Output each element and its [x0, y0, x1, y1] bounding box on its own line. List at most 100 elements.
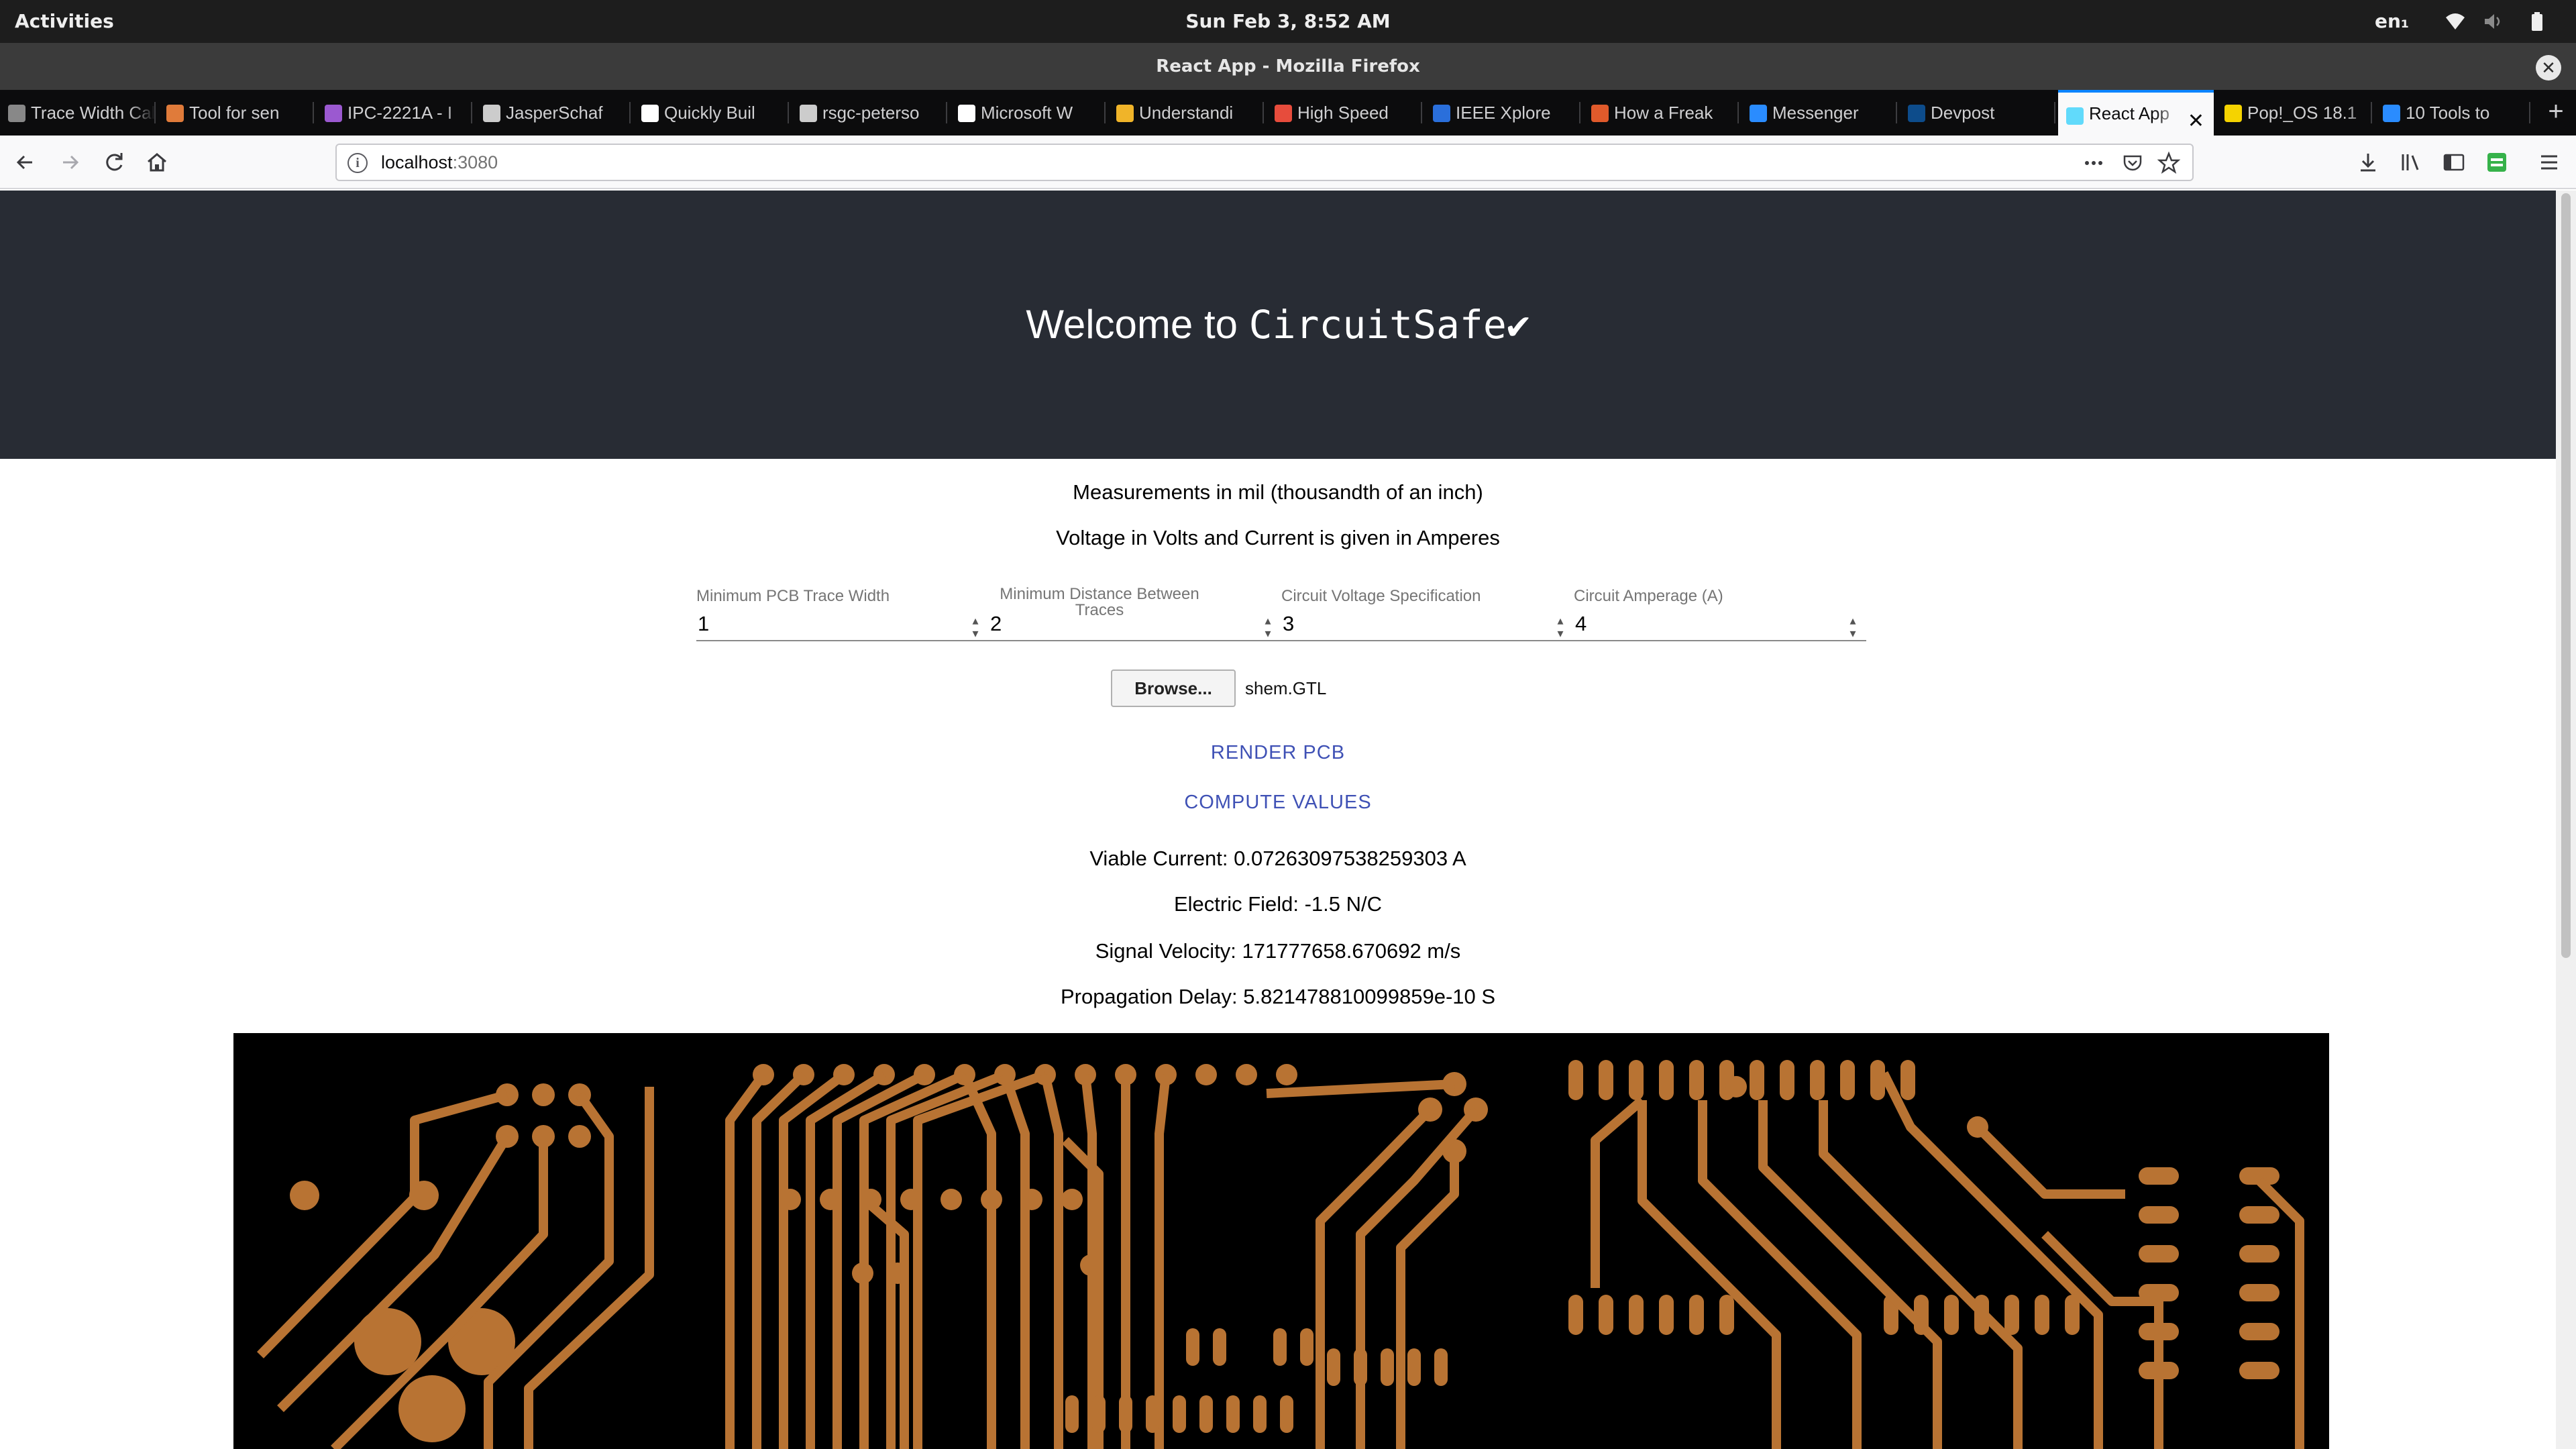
- tab-label: Microsoft W: [981, 103, 1073, 123]
- bookmark-star-icon[interactable]: [2156, 150, 2182, 176]
- tab-label: IPC-2221A - I: [347, 103, 453, 123]
- cors-extension-icon[interactable]: [2483, 149, 2510, 176]
- tab-close-icon[interactable]: ✕: [2188, 101, 2204, 136]
- browser-tab[interactable]: Pop!_OS 18.1: [2216, 90, 2372, 136]
- pcb-trace: [1638, 1100, 1781, 1449]
- trace-width-label: Minimum PCB Trace Width: [696, 587, 890, 605]
- pcb-pad: [1629, 1060, 1644, 1100]
- trace-width-spinner-icon[interactable]: ▴ ▾: [967, 614, 983, 641]
- pcb-pad: [1273, 1328, 1287, 1366]
- wifi-icon[interactable]: [2445, 11, 2466, 32]
- pcb-pad: [1780, 1060, 1794, 1100]
- voltage-input[interactable]: [1281, 608, 1574, 641]
- pcb-pad: [2139, 1206, 2179, 1224]
- reload-icon[interactable]: [101, 149, 127, 176]
- battery-icon[interactable]: [2526, 11, 2548, 32]
- tab-fade: [762, 90, 789, 136]
- pcb-pad: [1276, 1064, 1297, 1085]
- devpost-icon: [1908, 105, 1925, 122]
- pcb-trace: [1316, 1106, 1434, 1449]
- pcb-pad: [1659, 1060, 1674, 1100]
- pcb-pad: [1810, 1060, 1825, 1100]
- popos-icon: [2224, 105, 2242, 122]
- pcb-pad: [1213, 1328, 1226, 1366]
- render-pcb-button[interactable]: RENDER PCB: [0, 738, 2556, 767]
- activities-button[interactable]: Activities: [15, 0, 114, 43]
- browser-tab[interactable]: Quickly Buil: [633, 90, 789, 136]
- pcb-pad: [2239, 1206, 2279, 1224]
- new-tab-button[interactable]: +: [2536, 90, 2576, 136]
- page-viewport: Welcome to CircuitSafe✔ Measurements in …: [0, 191, 2556, 1449]
- browser-tab[interactable]: Trace Width Cal: [0, 90, 156, 136]
- forward-icon[interactable]: [56, 149, 83, 176]
- menu-icon[interactable]: [2536, 149, 2563, 176]
- trace-width-input[interactable]: [696, 608, 989, 641]
- window-close-button[interactable]: ✕: [2536, 55, 2561, 80]
- system-top-bar: Activities Sun Feb 3, 8:52 AM en₁: [0, 0, 2576, 43]
- browser-tab[interactable]: How a Freak: [1583, 90, 1739, 136]
- sidebar-icon[interactable]: [2440, 149, 2467, 176]
- trace-distance-input[interactable]: [989, 608, 1281, 641]
- browser-tab[interactable]: Tool for sen: [158, 90, 314, 136]
- tab-fade: [1712, 90, 1739, 136]
- library-icon[interactable]: [2398, 149, 2424, 176]
- home-icon[interactable]: [144, 149, 170, 176]
- page-actions-icon[interactable]: [2081, 150, 2106, 176]
- welcome-prefix: Welcome to: [1026, 302, 1249, 347]
- browser-tab[interactable]: Messenger: [1741, 90, 1897, 136]
- site-info-icon[interactable]: i: [347, 153, 368, 173]
- browser-tab[interactable]: IEEE Xplore: [1425, 90, 1580, 136]
- volume-muted-icon[interactable]: [2482, 11, 2504, 32]
- browser-tab[interactable]: Understandi: [1108, 90, 1264, 136]
- tab-fade: [1079, 90, 1106, 136]
- browser-tab[interactable]: Devpost: [1900, 90, 2055, 136]
- pcb-pad: [1195, 1064, 1217, 1085]
- browser-tab[interactable]: Microsoft W: [950, 90, 1106, 136]
- page-scrollbar[interactable]: [2556, 191, 2576, 1449]
- clock-text[interactable]: Sun Feb 3, 8:52 AM: [1185, 10, 1390, 32]
- pcb-pad: [2239, 1323, 2279, 1340]
- browser-tab[interactable]: React App ✕: [2058, 90, 2214, 136]
- document-icon: [325, 105, 342, 122]
- amperage-label: Circuit Amperage (A): [1574, 587, 1723, 605]
- amperage-input[interactable]: [1574, 608, 1866, 641]
- tab-separator: [1104, 102, 1106, 123]
- compute-values-button[interactable]: COMPUTE VALUES: [0, 788, 2556, 817]
- browser-tab[interactable]: 10 Tools to: [2375, 90, 2530, 136]
- browser-tab[interactable]: rsgc-peterso: [792, 90, 947, 136]
- pcb-pad: [1719, 1295, 1734, 1335]
- pcb-trace: [960, 1073, 996, 1449]
- pcb-trace: [1758, 1100, 1942, 1449]
- browser-tab[interactable]: High Speed: [1267, 90, 1422, 136]
- tab-label: Messenger: [1772, 103, 1859, 123]
- pcb-trace: [1396, 1151, 1459, 1449]
- pcb-pad: [1407, 1348, 1421, 1386]
- voltage-field: Circuit Voltage Specification ▴▾: [1281, 588, 1574, 668]
- pcb-pad: [1199, 1395, 1213, 1433]
- pcb-pad: [398, 1375, 466, 1442]
- voltage-spinner-icon[interactable]: ▴ ▾: [1552, 614, 1568, 641]
- pcb-pad: [1568, 1295, 1583, 1335]
- pcb-pad: [2004, 1295, 2019, 1335]
- amperage-spinner-icon[interactable]: ▴ ▾: [1845, 614, 1861, 641]
- pocket-icon[interactable]: [2120, 150, 2145, 176]
- medium-icon: [641, 105, 659, 122]
- pcb-trace: [861, 1195, 909, 1449]
- page-scrollbar-thumb[interactable]: [2561, 193, 2571, 958]
- browser-tab[interactable]: IPC-2221A - I: [317, 90, 472, 136]
- browse-file-button[interactable]: Browse...: [1111, 669, 1236, 707]
- tab-separator: [1263, 102, 1264, 123]
- calculator-icon: [8, 105, 25, 122]
- downloads-icon[interactable]: [2355, 149, 2381, 176]
- pcb-pad: [941, 1189, 962, 1210]
- language-indicator[interactable]: en₁: [2375, 0, 2409, 43]
- url-bar[interactable]: i localhost:3080: [335, 144, 2194, 181]
- browser-tab[interactable]: JasperSchaf: [475, 90, 631, 136]
- trace-distance-spinner-icon[interactable]: ▴ ▾: [1260, 614, 1276, 641]
- back-icon[interactable]: [12, 149, 39, 176]
- pcb-pad: [1253, 1395, 1267, 1433]
- pcb-pad: [1173, 1395, 1186, 1433]
- tab-separator: [2371, 102, 2372, 123]
- tab-separator: [1737, 102, 1739, 123]
- url-text[interactable]: localhost:3080: [381, 145, 498, 180]
